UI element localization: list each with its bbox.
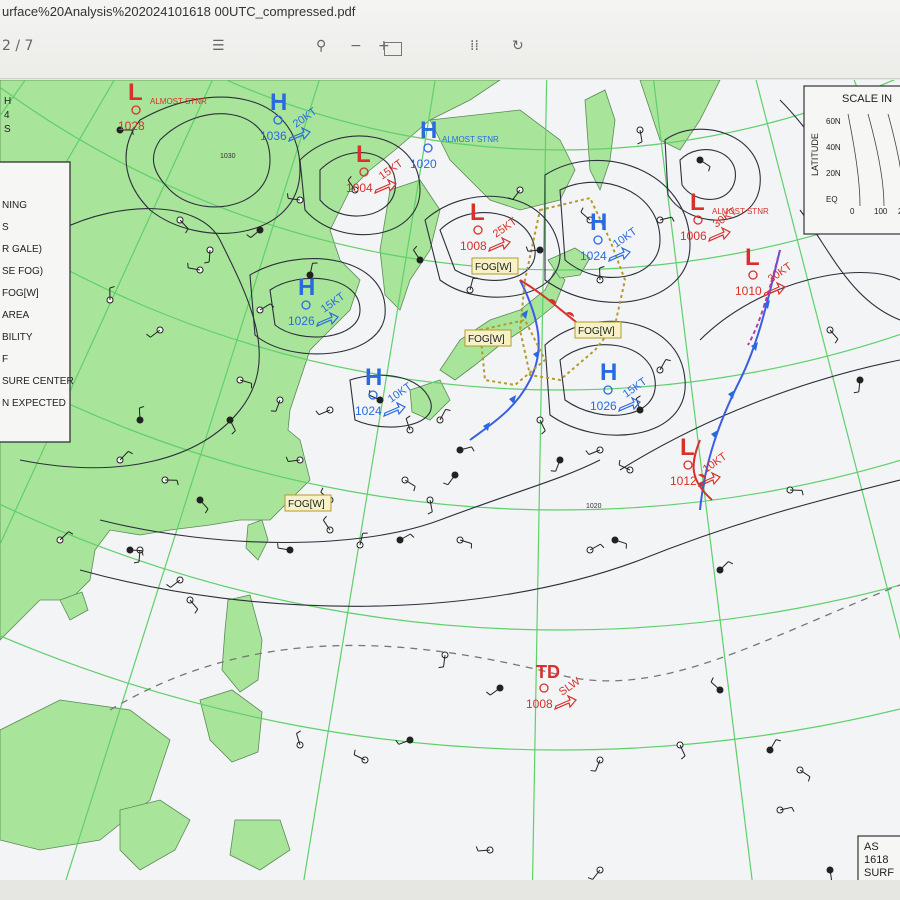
center-type-label: L: [680, 434, 695, 461]
isobar-value: 1020: [586, 503, 602, 510]
footer-line: AS: [864, 841, 879, 853]
fog-label: FOG[W]: [464, 329, 512, 347]
footer-line: 1618: [864, 854, 888, 866]
legend-item: AREA: [2, 310, 30, 321]
fog-label-text: FOG[W]: [288, 499, 325, 510]
center-pressure-value: 1026: [590, 399, 617, 413]
legend-corner-text: S: [4, 124, 11, 135]
center-pressure-value: 1026: [288, 314, 315, 328]
center-type-label: TD: [536, 662, 560, 682]
center-pressure-value: 1036: [260, 129, 287, 143]
fog-label: FOG[W]: [471, 257, 519, 275]
wind-barb-feather: [277, 543, 279, 549]
page-nav-icon[interactable]: ☰: [212, 38, 225, 54]
fit-page-icon[interactable]: [384, 42, 402, 56]
wind-barb-feather: [590, 770, 596, 772]
surface-analysis-chart: L1028ALMOST STNR H103620KTL100415KTH1020A…: [0, 80, 900, 880]
legend-item: S: [2, 222, 9, 233]
wind-barb: [129, 549, 143, 552]
center-pressure-value: 1004: [346, 181, 373, 195]
fog-label-text: FOG[W]: [578, 326, 615, 337]
legend-item: FOG[W]: [2, 288, 39, 299]
center-type-label: H: [600, 359, 617, 386]
fog-label-text: FOG[W]: [475, 262, 512, 273]
center-pressure-value: 1024: [580, 249, 607, 263]
scale-lat-tick: 60N: [826, 117, 841, 126]
scale-x-tick: 100: [874, 207, 888, 216]
scale-lat-tick: 40N: [826, 143, 841, 152]
center-pressure-value: 1008: [460, 239, 487, 253]
center-type-label: L: [470, 199, 485, 226]
center-type-label: H: [590, 209, 607, 236]
scale-x-tick: 0: [850, 207, 855, 216]
page-indicator: 2 / 7: [2, 38, 34, 54]
center-pressure-value: 1012: [670, 474, 697, 488]
scale-lat-tick: 20N: [826, 169, 841, 178]
isobar-value: 1030: [220, 153, 236, 160]
center-pressure-value: 1006: [680, 229, 707, 243]
legend-item: SE FOG): [2, 266, 43, 277]
center-type-label: H: [270, 89, 287, 116]
scale-lat-tick: EQ: [826, 195, 838, 204]
wind-barb-feather: [286, 193, 289, 199]
center-pressure-value: 1008: [526, 697, 553, 711]
footer-box: AS1618SURF: [857, 835, 900, 880]
pdf-viewer-toolbar: urface%20Analysis%202024101618 00UTC_com…: [0, 0, 900, 79]
center-motion-note: ALMOST STNR: [712, 207, 769, 216]
legend-item: F: [2, 354, 8, 365]
legend-item: BILITY: [2, 332, 33, 343]
scale-box: SCALE IN LATITUDE 60N40N20NEQ010020: [803, 85, 900, 235]
legend-item: NING: [2, 200, 27, 211]
weather-map-page: L 1028 ALMOST STNR H 1036 20KT L 1004 15KT H 1020 A…: [0, 80, 900, 880]
zoom-out-icon[interactable]: −: [350, 38, 362, 54]
center-type-label: H: [420, 117, 437, 144]
center-type-label: L: [356, 141, 371, 168]
center-type-label: H: [365, 364, 382, 391]
center-type-label: L: [745, 244, 760, 271]
footer-line: SURF: [864, 867, 894, 879]
center-type-label: L: [128, 80, 143, 106]
legend-corner-text: 4: [4, 110, 10, 121]
wind-barb: [138, 407, 141, 421]
search-icon[interactable]: ⚲: [316, 38, 326, 54]
center-type-label: L: [690, 189, 705, 216]
rotate-icon[interactable]: ↻: [512, 38, 524, 54]
center-pressure-value: 1010: [735, 284, 762, 298]
center-type-label: H: [298, 274, 315, 301]
legend-corner-text: H: [4, 96, 11, 107]
fog-label: FOG[W]: [284, 494, 332, 512]
fog-label-text: FOG[W]: [468, 334, 505, 345]
document-filename: urface%20Analysis%202024101618 00UTC_com…: [2, 4, 356, 19]
legend-item: SURE CENTER: [2, 376, 74, 387]
center-motion-note: ALMOST STNR: [150, 97, 207, 106]
center-pressure-value: 1024: [355, 404, 382, 418]
legend-item: N EXPECTED: [2, 398, 66, 409]
scale-title: SCALE IN: [842, 93, 892, 105]
center-pressure-value: 1028: [118, 119, 145, 133]
center-pressure-value: 1020: [410, 157, 437, 171]
legend-item: R GALE): [2, 244, 42, 255]
center-motion-note: ALMOST STNR: [442, 135, 499, 144]
fog-label: FOG[W]: [574, 321, 622, 339]
page-view-icon[interactable]: ⁞⁞: [470, 38, 479, 54]
scale-axis-label: LATITUDE: [810, 133, 820, 176]
